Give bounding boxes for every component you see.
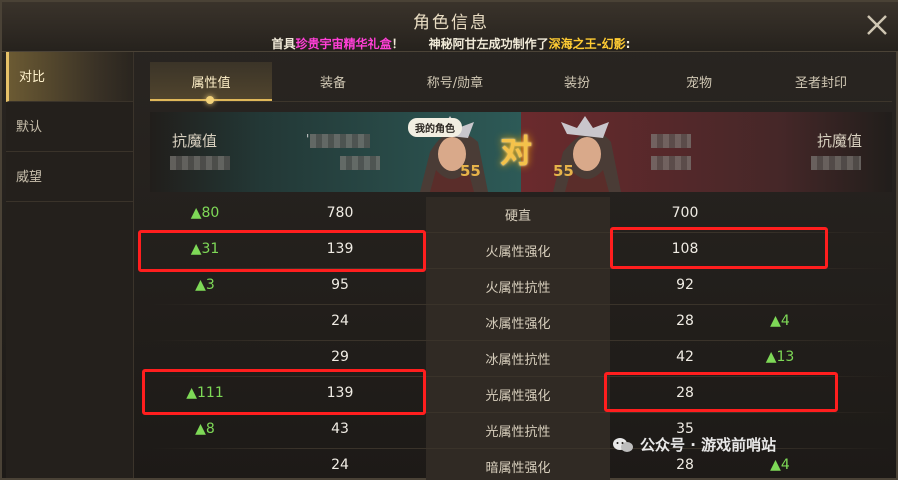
my-character-panel: 抗魔值 ' 我的角色 55 [150, 112, 521, 192]
highlight-box [138, 230, 426, 272]
attribute-name: 火属性强化 [485, 245, 551, 260]
notice-prefix: 首具 [271, 37, 296, 51]
notice-result: 深海之王-幻影 [548, 37, 626, 51]
left-value: 24 [331, 457, 349, 473]
left-diff: ▲80 [190, 205, 220, 221]
versus-banner: 抗魔值 ' 我的角色 55 55 抗魔值 对 [150, 112, 892, 192]
broadcast-notice: 首具珍贵宇宙精华礼盒！ 神秘阿甘左成功制作了深海之王-幻影: [2, 35, 898, 52]
tab-titles-medals[interactable]: 称号/勋章 [394, 62, 516, 101]
attribute-name: 光属性抗性 [485, 425, 551, 440]
attribute-name: 暗属性强化 [485, 461, 551, 476]
watermark: 公众号 · 游戏前哨站 [612, 434, 776, 455]
right-name-blurred [651, 134, 691, 148]
left-value: 95 [331, 277, 349, 293]
right-value: 28 [676, 457, 694, 473]
attribute-name: 光属性强化 [485, 389, 551, 404]
right-guild-blurred [651, 156, 691, 170]
right-value: 28 [676, 313, 694, 329]
tab-bar: 属性值 装备 称号/勋章 装扮 宠物 圣者封印 [150, 62, 892, 104]
tab-attributes[interactable]: 属性值 [150, 62, 272, 104]
left-level: 55 [460, 162, 481, 180]
attribute-name: 硬直 [504, 209, 531, 224]
right-diff: ▲4 [770, 313, 790, 329]
right-level: 55 [553, 162, 574, 180]
right-diff: ▲4 [770, 457, 790, 473]
left-guild-blurred [340, 156, 380, 170]
character-info-window: 角色信息 首具珍贵宇宙精华礼盒！ 神秘阿甘左成功制作了深海之王-幻影: 对比 默… [0, 0, 898, 480]
right-stat-label: 抗魔值 [816, 132, 862, 150]
table-row: 24 冰属性强化 28 ▲4 [150, 305, 892, 341]
wechat-icon [613, 438, 633, 452]
left-name-blurred [310, 134, 370, 148]
versus-label: 对 [500, 132, 533, 170]
highlight-box [604, 372, 838, 412]
right-value: 42 [676, 349, 694, 365]
tab-saint-seal[interactable]: 圣者封印 [760, 62, 882, 101]
left-value: 780 [326, 205, 354, 221]
left-stat-label: 抗魔值 [172, 132, 218, 150]
left-name-prefix: ' [306, 132, 310, 146]
sidebar-item-prestige[interactable]: 威望 [6, 152, 133, 202]
window-title: 角色信息 [413, 13, 489, 33]
attribute-name: 冰属性抗性 [485, 353, 551, 368]
right-stat-value-blurred [811, 156, 861, 170]
left-stat-value-blurred [170, 156, 230, 170]
table-row: 24 暗属性强化 28 ▲4 [150, 449, 892, 480]
tab-equipment[interactable]: 装备 [272, 62, 394, 101]
watermark-text: 公众号 · 游戏前哨站 [640, 436, 777, 454]
notice-item: 珍贵宇宙精华礼盒 [295, 37, 392, 51]
table-row: ▲3 95 火属性抗性 92 [150, 269, 892, 305]
right-value: 92 [676, 277, 694, 293]
sidebar-item-default[interactable]: 默认 [6, 102, 133, 152]
right-value: 700 [671, 205, 699, 221]
notice-mid: ！ 神秘阿甘左成功制作了 [391, 37, 549, 51]
notice-suffix: : [625, 37, 631, 51]
left-value: 24 [331, 313, 349, 329]
attribute-name: 冰属性强化 [485, 317, 551, 332]
sidebar-item-compare[interactable]: 对比 [6, 52, 133, 102]
attribute-comparison-table: ▲80 780 硬直 700 ▲31 139 火属性强化 108 ▲3 95 火属性抗性 92 24 冰属… [138, 197, 892, 480]
left-diff: ▲8 [195, 421, 215, 437]
target-character-portrait [553, 116, 621, 192]
attribute-name: 火属性抗性 [485, 281, 551, 296]
sidebar: 对比 默认 威望 [6, 52, 134, 478]
table-row: ▲8 43 光属性抗性 35 [150, 413, 892, 449]
left-value: 29 [331, 349, 349, 365]
left-diff: ▲3 [195, 277, 215, 293]
target-character-panel: 55 抗魔值 [521, 112, 892, 192]
title-bar: 角色信息 首具珍贵宇宙精华礼盒！ 神秘阿甘左成功制作了深海之王-幻影: [2, 2, 898, 52]
right-diff: ▲13 [765, 349, 795, 365]
close-icon[interactable] [864, 12, 890, 38]
my-character-badge: 我的角色 [408, 118, 462, 137]
highlight-box [610, 227, 828, 269]
tab-costume[interactable]: 装扮 [516, 62, 638, 101]
tab-pets[interactable]: 宠物 [638, 62, 760, 101]
left-value: 43 [331, 421, 349, 437]
highlight-box [142, 369, 426, 415]
